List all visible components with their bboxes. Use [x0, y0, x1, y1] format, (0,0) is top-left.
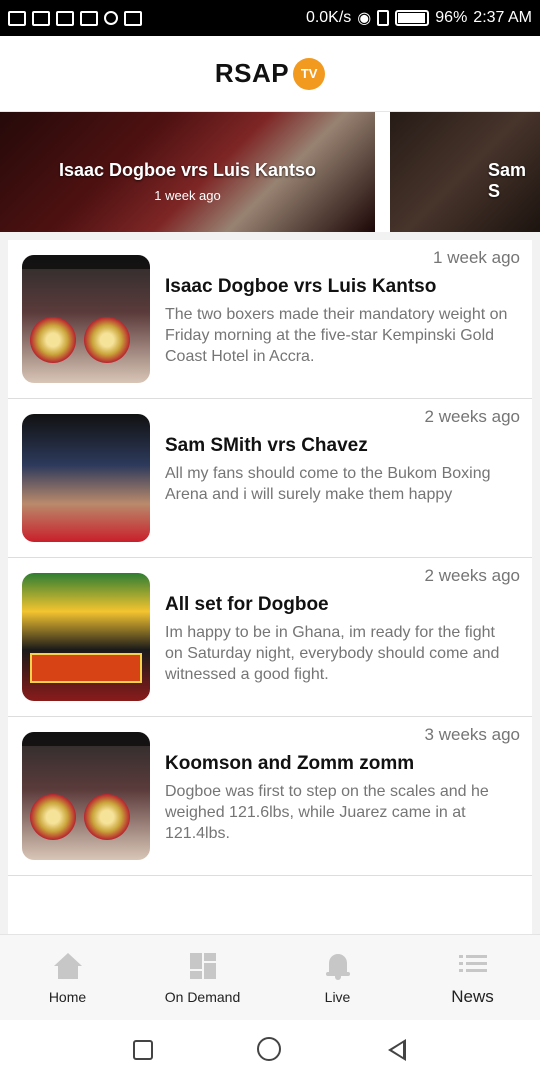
item-title: Sam SMith vrs Chavez: [165, 435, 368, 456]
network-speed: 0.0K/s: [305, 9, 352, 26]
wifi-icon: ◉: [357, 10, 372, 27]
nav-home[interactable]: Home: [0, 935, 135, 1020]
news-feed[interactable]: 1 week ago Isaac Dogboe vrs Luis Kantso …: [8, 240, 532, 935]
nav-label: Home: [48, 988, 87, 1005]
slide-title: Isaac Dogboe vrs Luis Kantso: [58, 160, 317, 180]
item-description: The two boxers made their mandatory weig…: [165, 306, 508, 365]
slide-title: Sam S: [488, 160, 527, 201]
item-description: Im happy to be in Ghana, im ready for th…: [165, 624, 500, 683]
item-description: Dogboe was first to step on the scales a…: [165, 783, 489, 842]
nav-label: On Demand: [164, 988, 241, 1005]
item-description: All my fans should come to the Bukom Box…: [165, 465, 491, 503]
item-time: 1 week ago: [433, 248, 520, 267]
home-icon: [53, 951, 83, 981]
list-icon: [458, 949, 488, 979]
facebook-icon: [8, 10, 26, 26]
carousel-slide[interactable]: Isaac Dogboe vrs Luis Kantso 1 week ago: [0, 112, 375, 232]
nav-on-demand[interactable]: On Demand: [135, 935, 270, 1020]
thumbnail-image: [22, 414, 150, 542]
item-time: 3 weeks ago: [424, 725, 520, 744]
item-title: Koomson and Zomm zomm: [165, 753, 415, 774]
logo-text: RSAP: [214, 58, 290, 88]
app-logo: RSAP TV: [214, 57, 326, 90]
nav-live[interactable]: Live: [270, 935, 405, 1020]
mail-icon: [80, 10, 98, 26]
sim-icon: [377, 10, 390, 26]
back-button[interactable]: [384, 1037, 410, 1063]
gallery-icon: [32, 10, 50, 26]
thumbnail-image: [22, 732, 150, 860]
nav-news[interactable]: News: [405, 935, 540, 1020]
system-navigation: [0, 1020, 540, 1080]
recents-button[interactable]: [130, 1037, 156, 1063]
circle-icon: [256, 1037, 281, 1061]
list-item[interactable]: 2 weeks ago Sam SMith vrs Chavez All my …: [8, 399, 532, 558]
clock: 2:37 AM: [473, 9, 532, 26]
slide-time: 1 week ago: [154, 188, 221, 203]
list-item[interactable]: 2 weeks ago All set for Dogboe Im happy …: [8, 558, 532, 717]
nav-label: News: [451, 986, 494, 1006]
thumbnail-image: [22, 573, 150, 701]
list-item[interactable]: 1 week ago Isaac Dogboe vrs Luis Kantso …: [8, 240, 532, 399]
chat-icon: [104, 11, 118, 25]
featured-carousel[interactable]: Isaac Dogboe vrs Luis Kantso 1 week ago …: [0, 112, 540, 232]
thumbnail-image: [22, 255, 150, 383]
back-triangle-icon: [387, 1039, 406, 1061]
item-title: All set for Dogboe: [165, 594, 329, 615]
grid-icon: [188, 951, 218, 981]
list-item[interactable]: 3 weeks ago Koomson and Zomm zomm Dogboe…: [8, 717, 532, 876]
logo-badge: TV: [293, 57, 326, 90]
nav-label: Live: [324, 988, 351, 1005]
item-title: Isaac Dogboe vrs Luis Kantso: [165, 276, 437, 297]
home-button[interactable]: [256, 1037, 283, 1063]
notification-icons: [8, 10, 142, 26]
bell-icon: [323, 951, 353, 981]
app-header: RSAP TV: [0, 36, 540, 112]
shirt-icon: [56, 10, 74, 26]
thumbnail-banner: [30, 653, 142, 683]
bottom-navigation: Home On Demand Live News: [0, 934, 540, 1020]
battery-percent: 96%: [435, 9, 468, 26]
item-time: 2 weeks ago: [424, 566, 520, 585]
square-icon: [133, 1040, 154, 1060]
battery-icon: [395, 10, 430, 26]
item-time: 2 weeks ago: [424, 407, 520, 426]
youtube-icon: [124, 10, 142, 26]
status-bar: 0.0K/s ◉ 96% 2:37 AM: [0, 0, 540, 36]
carousel-slide[interactable]: Sam S: [390, 112, 540, 232]
